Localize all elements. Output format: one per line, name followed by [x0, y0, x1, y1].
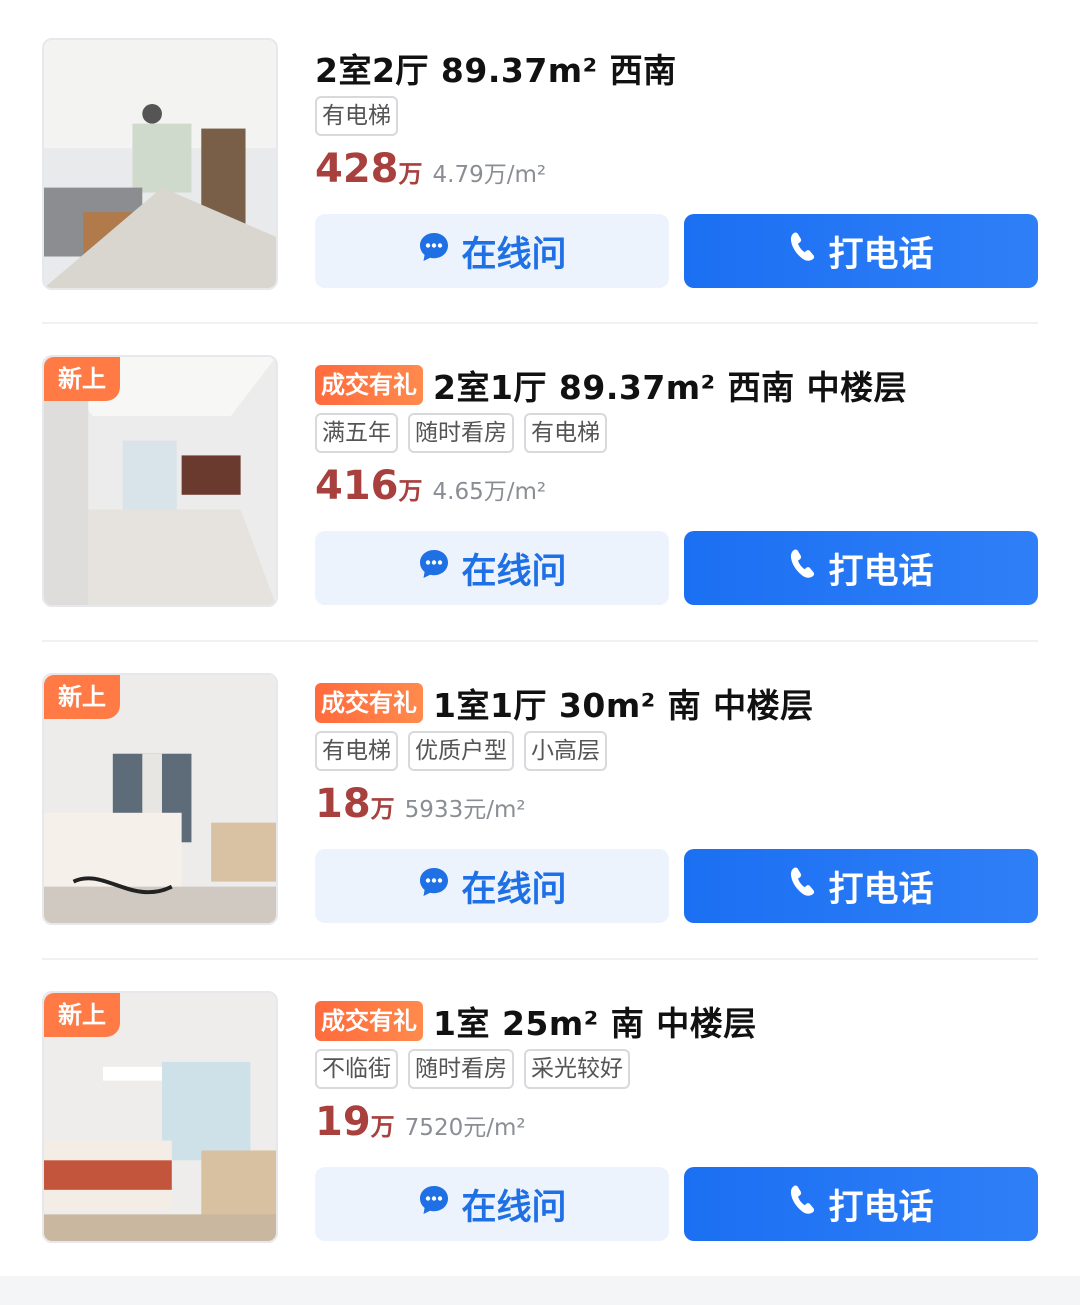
listing-photo[interactable]: 新上: [42, 991, 278, 1243]
phone-icon: [788, 1183, 818, 1226]
new-listing-badge: 新上: [44, 675, 120, 719]
price-unit: 万: [398, 477, 423, 505]
online-chat-button[interactable]: 在线问: [315, 214, 669, 288]
online-chat-label: 在线问: [461, 869, 567, 910]
listing-title-row: 成交有礼 1室 25m² 南 中楼层: [315, 995, 757, 1047]
listing-title-row: 成交有礼 1室1厅 30m² 南 中楼层: [315, 677, 814, 729]
footer-bar: [0, 1276, 1080, 1305]
unit-price: 4.79万/m²: [432, 162, 547, 188]
listing-card[interactable]: 新上 成交有礼 2室1厅 89.37m² 西南 中楼层 满五年 随时看房 有电梯…: [42, 355, 1038, 609]
price-unit: 万: [398, 160, 423, 188]
listing-card[interactable]: 新上 成交有礼 1室1厅 30m² 南 中楼层 有电梯 优质户型 小高层 18 …: [42, 673, 1038, 927]
listing-card[interactable]: 2室2厅 89.37m² 西南 有电梯 428 万 4.79万/m² 在线问 打…: [42, 38, 1038, 292]
listing-tags: 有电梯 优质户型 小高层: [315, 731, 607, 771]
divider: [42, 640, 1038, 642]
listing-photo[interactable]: 新上: [42, 673, 278, 925]
chat-bubble-icon: [417, 865, 451, 908]
call-button[interactable]: 打电话: [684, 531, 1038, 605]
call-label: 打电话: [828, 551, 934, 592]
listing-tag: 有电梯: [524, 413, 607, 453]
listing-title: 2室2厅 89.37m² 西南: [315, 51, 677, 90]
listing-tags: 有电梯: [315, 96, 398, 136]
online-chat-button[interactable]: 在线问: [315, 1167, 669, 1241]
total-price: 416: [315, 463, 399, 509]
new-listing-badge: 新上: [44, 993, 120, 1037]
price-row: 18 万 5933元/m²: [315, 781, 526, 837]
listing-title-row: 成交有礼 2室1厅 89.37m² 西南 中楼层: [315, 359, 907, 411]
divider: [42, 322, 1038, 324]
phone-icon: [788, 865, 818, 908]
online-chat-button[interactable]: 在线问: [315, 849, 669, 923]
call-button[interactable]: 打电话: [684, 214, 1038, 288]
total-price: 18: [315, 781, 371, 827]
listing-title: 1室 25m² 南 中楼层: [433, 1004, 757, 1043]
listing-tags: 满五年 随时看房 有电梯: [315, 413, 607, 453]
listing-tags: 不临街 随时看房 采光较好: [315, 1049, 630, 1089]
new-listing-badge: 新上: [44, 357, 120, 401]
call-label: 打电话: [828, 234, 934, 275]
call-label: 打电话: [828, 869, 934, 910]
call-button[interactable]: 打电话: [684, 1167, 1038, 1241]
listing-photo[interactable]: 新上: [42, 355, 278, 607]
price-unit: 万: [370, 795, 395, 823]
listing-tag: 有电梯: [315, 731, 398, 771]
chat-bubble-icon: [417, 1183, 451, 1226]
chat-bubble-icon: [417, 230, 451, 273]
listing-tag: 小高层: [524, 731, 607, 771]
online-chat-label: 在线问: [461, 1187, 567, 1228]
listing-tag: 随时看房: [408, 1049, 514, 1089]
online-chat-button[interactable]: 在线问: [315, 531, 669, 605]
price-unit: 万: [370, 1113, 395, 1141]
price-row: 428 万 4.79万/m²: [315, 146, 546, 202]
listing-card[interactable]: 新上 成交有礼 1室 25m² 南 中楼层 不临街 随时看房 采光较好 19 万…: [42, 991, 1038, 1245]
online-chat-label: 在线问: [461, 234, 567, 275]
unit-price: 4.65万/m²: [432, 479, 547, 505]
call-label: 打电话: [828, 1187, 934, 1228]
divider: [42, 958, 1038, 960]
listing-title: 2室1厅 89.37m² 西南 中楼层: [433, 368, 908, 407]
chat-bubble-icon: [417, 547, 451, 590]
total-price: 428: [315, 146, 399, 192]
deal-gift-badge: 成交有礼: [315, 365, 423, 405]
total-price: 19: [315, 1099, 371, 1145]
call-button[interactable]: 打电话: [684, 849, 1038, 923]
deal-gift-badge: 成交有礼: [315, 683, 423, 723]
living-room-photo: [44, 40, 276, 288]
price-row: 416 万 4.65万/m²: [315, 463, 546, 519]
phone-icon: [788, 230, 818, 273]
unit-price: 5933元/m²: [404, 797, 526, 823]
unit-price: 7520元/m²: [404, 1115, 526, 1141]
listing-tag: 优质户型: [408, 731, 514, 771]
listing-title: 1室1厅 30m² 南 中楼层: [433, 686, 814, 725]
listing-title-row: 2室2厅 89.37m² 西南: [315, 42, 677, 94]
deal-gift-badge: 成交有礼: [315, 1001, 423, 1041]
phone-icon: [788, 547, 818, 590]
listing-tag: 不临街: [315, 1049, 398, 1089]
listing-tag: 随时看房: [408, 413, 514, 453]
listing-tag: 有电梯: [315, 96, 398, 136]
price-row: 19 万 7520元/m²: [315, 1099, 526, 1155]
listing-tag: 满五年: [315, 413, 398, 453]
listing-photo[interactable]: [42, 38, 278, 290]
listing-tag: 采光较好: [524, 1049, 630, 1089]
online-chat-label: 在线问: [461, 551, 567, 592]
